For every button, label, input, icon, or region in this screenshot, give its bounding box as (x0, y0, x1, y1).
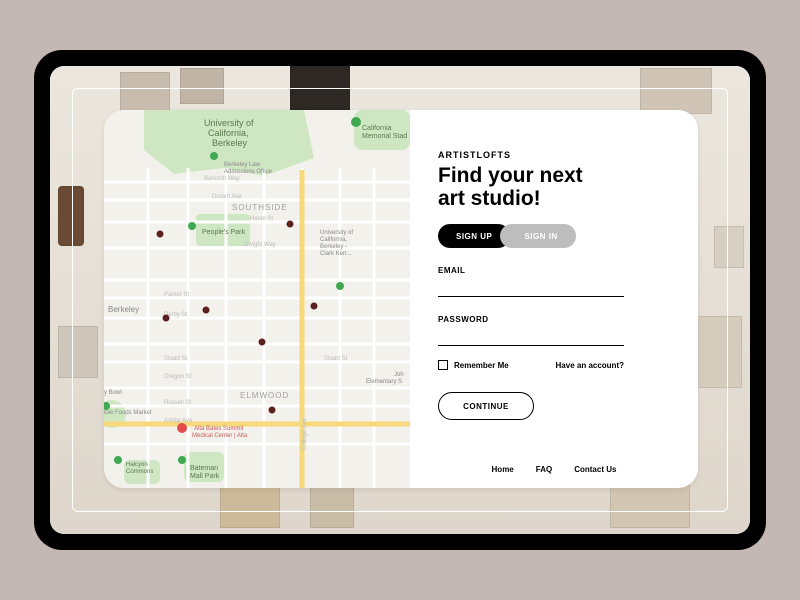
password-field[interactable] (438, 326, 624, 346)
svg-text:Commons: Commons (126, 469, 153, 475)
have-account-link[interactable]: Have an account? (556, 361, 624, 370)
svg-text:SOUTHSIDE: SOUTHSIDE (232, 203, 288, 212)
svg-text:Berkeley -: Berkeley - (320, 244, 347, 250)
map-icon: University of California, Berkeley Calif… (104, 110, 410, 488)
svg-text:Clark Kerr...: Clark Kerr... (320, 251, 352, 257)
svg-text:Oregon St: Oregon St (164, 374, 192, 380)
svg-text:Durant Ave: Durant Ave (212, 194, 242, 200)
svg-text:Dwight Way: Dwight Way (244, 242, 276, 248)
svg-text:Russell St: Russell St (164, 400, 191, 406)
svg-text:University of: University of (204, 118, 254, 128)
auth-tabs: SIGN UP SIGN IN (438, 224, 670, 248)
svg-text:Mall Park: Mall Park (190, 473, 220, 480)
svg-text:hole Foods Market: hole Foods Market (104, 410, 152, 416)
svg-text:Alta Bates Summit: Alta Bates Summit (194, 426, 244, 432)
svg-text:College Ave: College Ave (302, 417, 308, 450)
svg-text:California,: California, (208, 128, 249, 138)
svg-text:People's Park: People's Park (202, 229, 245, 236)
checkbox-icon[interactable] (438, 360, 448, 370)
svg-text:Parker St: Parker St (164, 292, 189, 298)
email-field[interactable] (438, 277, 624, 297)
tablet-frame: University of California, Berkeley Calif… (34, 50, 766, 550)
svg-text:University of: University of (320, 230, 353, 236)
svg-text:Bancroft Way: Bancroft Way (204, 176, 240, 182)
svg-text:y Bowl: y Bowl (104, 390, 122, 396)
svg-text:Memorial Stad: Memorial Stad (362, 133, 407, 140)
svg-text:Medical Center | Alta: Medical Center | Alta (192, 433, 248, 439)
form-pane: ARTISTLOFTS Find your next art studio! S… (410, 110, 698, 488)
svg-text:Halcyon: Halcyon (126, 462, 148, 468)
brand-label: ARTISTLOFTS (438, 150, 670, 160)
svg-text:Berkeley Law: Berkeley Law (224, 162, 261, 168)
svg-text:Berkeley: Berkeley (108, 305, 139, 314)
email-label: EMAIL (438, 266, 670, 275)
password-label: PASSWORD (438, 315, 670, 324)
headline-line2: art studio! (438, 187, 541, 210)
svg-text:California: California (362, 125, 392, 132)
svg-text:Stuart St: Stuart St (324, 356, 348, 362)
tab-signin[interactable]: SIGN IN (500, 224, 575, 248)
svg-text:California,: California, (320, 237, 347, 243)
footer-links: Home FAQ Contact Us (410, 465, 698, 474)
footer-contact[interactable]: Contact Us (574, 465, 616, 474)
continue-button[interactable]: CONTINUE (438, 392, 534, 420)
footer-home[interactable]: Home (492, 465, 514, 474)
svg-text:Ashby Ave: Ashby Ave (164, 418, 193, 424)
svg-text:Haste St: Haste St (250, 216, 273, 222)
screen: University of California, Berkeley Calif… (50, 66, 750, 534)
remember-label: Remember Me (454, 361, 509, 370)
footer-faq[interactable]: FAQ (536, 465, 552, 474)
headline: Find your next art studio! (438, 164, 670, 210)
svg-text:Admissions Office: Admissions Office (224, 169, 273, 175)
headline-line1: Find your next (438, 164, 583, 187)
svg-text:Bateman: Bateman (190, 465, 218, 472)
map-pane[interactable]: University of California, Berkeley Calif… (104, 110, 410, 488)
remember-me[interactable]: Remember Me (438, 360, 509, 370)
svg-text:ELMWOOD: ELMWOOD (240, 391, 289, 400)
svg-text:Berkeley: Berkeley (212, 138, 248, 148)
remember-row: Remember Me Have an account? (438, 360, 624, 370)
svg-text:Stuart St: Stuart St (164, 356, 188, 362)
svg-text:Elementary S: Elementary S (366, 379, 402, 385)
signup-card: University of California, Berkeley Calif… (104, 110, 698, 488)
svg-text:Joh: Joh (394, 372, 404, 378)
